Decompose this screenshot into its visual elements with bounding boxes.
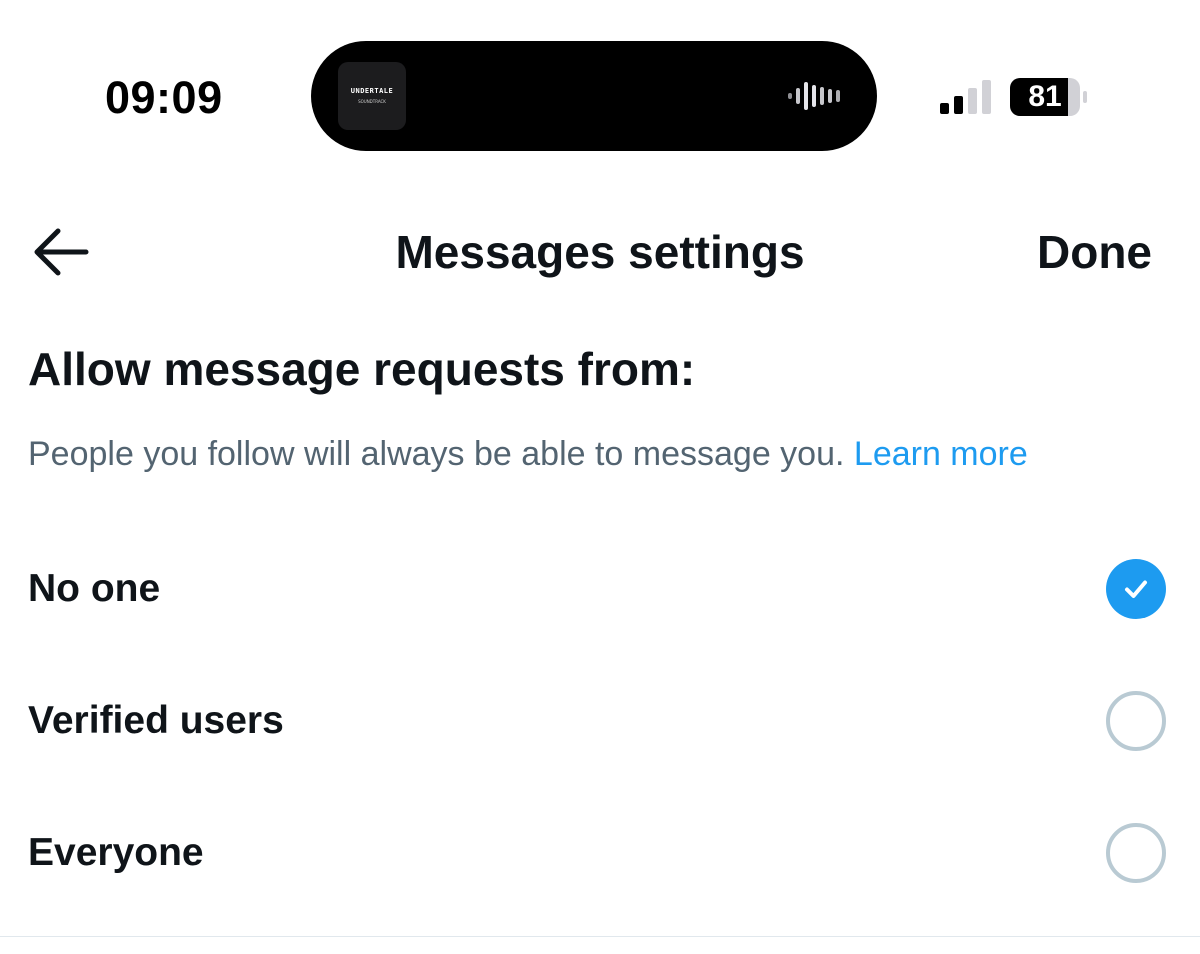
section-description: People you follow will always be able to… [28,432,1028,476]
description-text: People you follow will always be able to… [28,435,845,473]
divider [0,936,1200,937]
back-button[interactable] [30,226,92,278]
status-time: 09:09 [105,72,223,123]
option-label: Everyone [28,831,204,874]
section-heading: Allow message requests from: [28,343,696,395]
battery-percent: 81 [1028,80,1062,113]
done-button[interactable]: Done [1037,224,1152,280]
album-art: UNDERTALE SOUNDTRACK [338,62,406,130]
option-label: No one [28,567,161,610]
cellular-signal-icon [940,80,991,114]
learn-more-link[interactable]: Learn more [854,435,1028,473]
option-no-one[interactable]: No one [0,534,1200,644]
audio-waveform-icon [788,82,840,110]
radio-checked[interactable] [1106,559,1166,619]
radio-unchecked[interactable] [1106,691,1166,751]
page-title: Messages settings [395,226,805,278]
option-verified-users[interactable]: Verified users [0,666,1200,776]
arrow-left-icon [34,228,89,276]
option-label: Verified users [28,699,284,742]
dynamic-island[interactable]: UNDERTALE SOUNDTRACK [311,41,877,151]
checkmark-icon [1125,580,1147,598]
battery-indicator: 81 [1010,78,1090,116]
option-everyone[interactable]: Everyone [0,798,1200,908]
radio-unchecked[interactable] [1106,823,1166,883]
album-subtitle: SOUNDTRACK [358,99,386,104]
album-title: UNDERTALE [350,87,394,95]
